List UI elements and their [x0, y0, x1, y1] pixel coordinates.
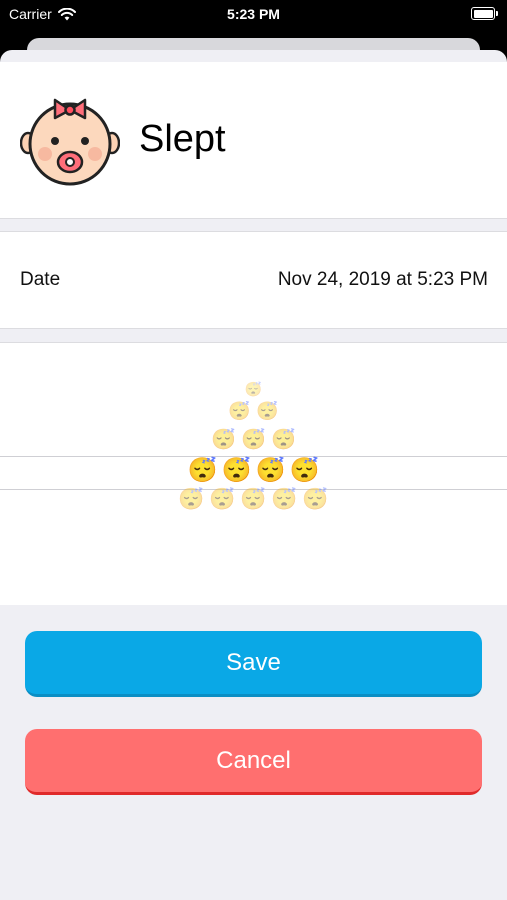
picker-row[interactable]: 😴 😴: [0, 401, 507, 422]
picker-row[interactable]: 😴 😴 😴: [0, 427, 507, 452]
header-card: Slept: [0, 62, 507, 219]
status-time: 5:23 PM: [227, 6, 280, 22]
status-bar: Carrier 5:23 PM: [0, 0, 507, 30]
sleep-quality-picker[interactable]: 😴 😴 😴 😴 😴 😴 😴 😴 😴 😴 😴 😴 😴 😴 😴: [0, 342, 507, 605]
picker-row[interactable]: 😴 😴 😴 😴 😴: [0, 488, 507, 512]
page-title: Slept: [139, 118, 226, 160]
save-button[interactable]: Save: [25, 631, 482, 697]
battery-icon: [471, 7, 498, 20]
date-value[interactable]: Nov 24, 2019 at 5:23 PM: [278, 269, 488, 291]
modal-sheet: Slept Date Nov 24, 2019 at 5:23 PM 😴 😴 😴 😴 😴…: [0, 50, 507, 900]
save-button-label: Save: [226, 648, 281, 676]
baby-face-icon: [20, 98, 120, 186]
date-row[interactable]: Date Nov 24, 2019 at 5:23 PM: [0, 231, 507, 329]
picker-row-selected[interactable]: 😴 😴 😴 😴: [0, 456, 507, 485]
date-label: Date: [20, 269, 61, 290]
cancel-button-label: Cancel: [216, 746, 291, 774]
cancel-button[interactable]: Cancel: [25, 729, 482, 795]
picker-row[interactable]: 😴: [0, 381, 507, 398]
